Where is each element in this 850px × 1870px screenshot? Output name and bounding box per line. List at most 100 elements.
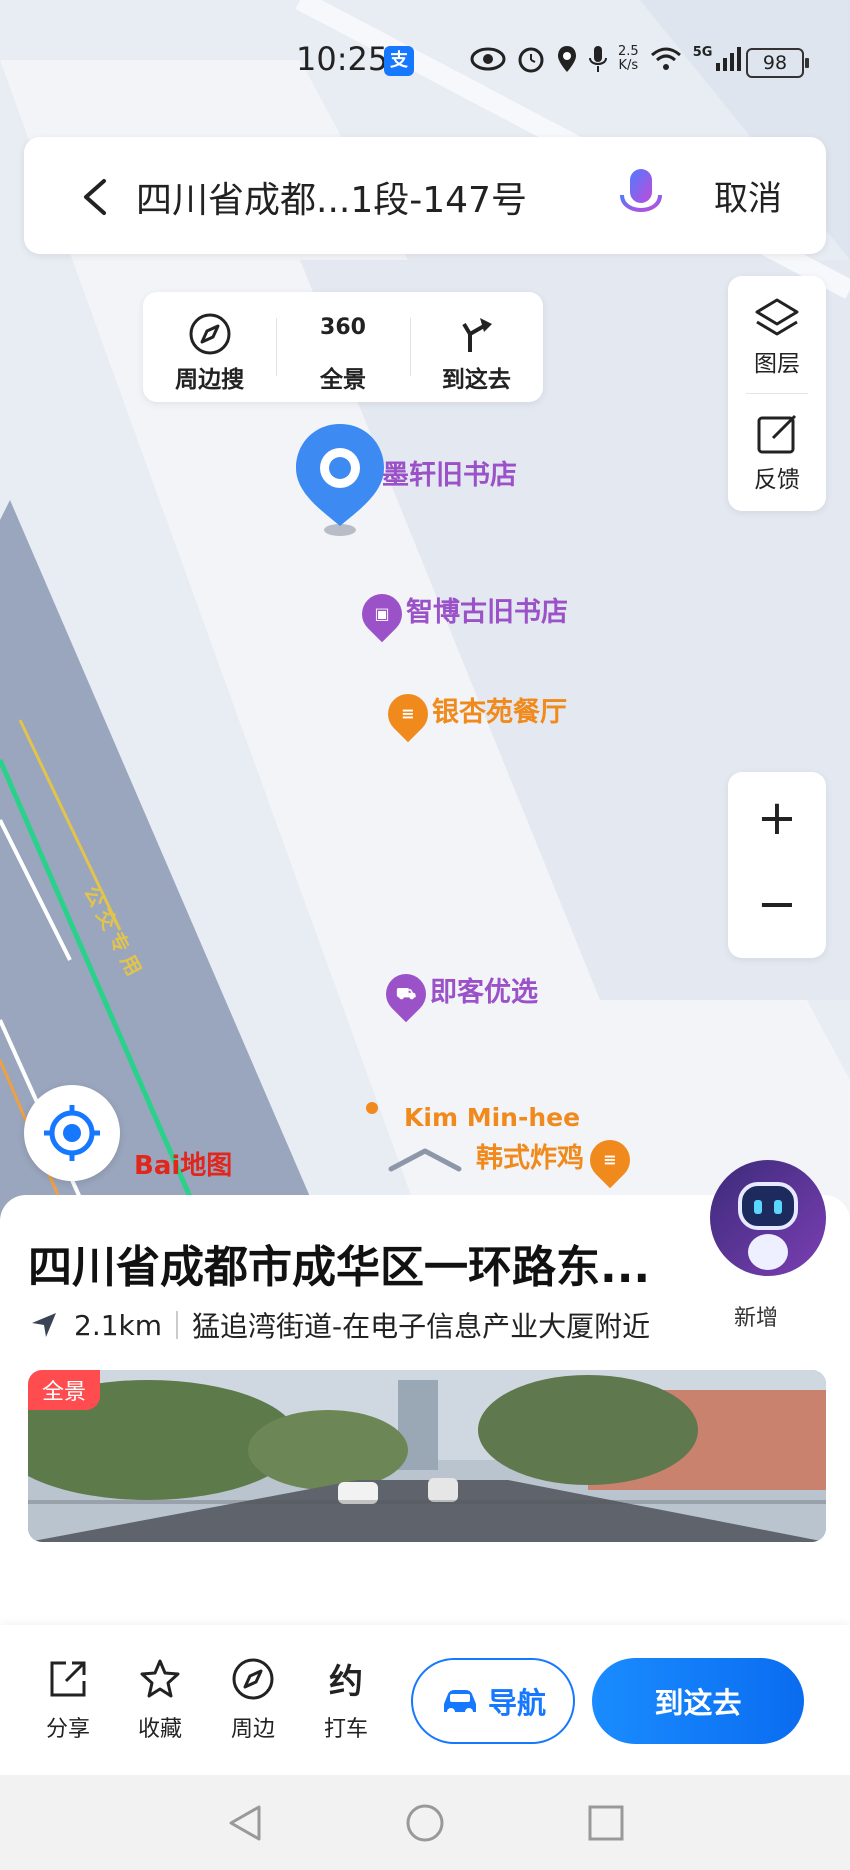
go-here-quick-button[interactable]: 到这去 xyxy=(409,292,543,402)
assistant-label: 新增 xyxy=(734,1306,779,1331)
net-speed: 2.5 K/s xyxy=(618,45,639,73)
search-query-text[interactable]: 四川省成都...1段-147号 xyxy=(136,171,527,223)
net-speed-value: 2.5 xyxy=(618,44,639,59)
poi-label[interactable]: 韩式炸鸡 ≡ xyxy=(476,1131,639,1188)
signal-bars-icon xyxy=(716,47,742,71)
place-area: 猛追湾街道-在电子信息产业大厦附近 xyxy=(192,1310,651,1343)
poi-label[interactable]: ▣ 智博古旧书店 xyxy=(353,585,568,642)
baidu-logo-text: Bai地图 xyxy=(134,1151,233,1181)
restaurant-icon: ≡ xyxy=(581,1131,639,1188)
signal-indicator: 5G xyxy=(693,45,745,73)
navigate-label: 导航 xyxy=(487,1686,546,1720)
panorama-360-icon: 360 xyxy=(320,315,366,340)
selected-location-pin[interactable] xyxy=(294,422,386,538)
layers-label: 图层 xyxy=(754,351,800,377)
back-triangle-icon[interactable] xyxy=(225,1803,265,1843)
compass-icon xyxy=(232,1658,274,1700)
turn-arrow-icon xyxy=(462,318,493,352)
alipay-icon: 支 xyxy=(384,46,414,76)
poi-name: Kim Min-hee xyxy=(404,1103,581,1132)
navigate-button[interactable]: 导航 xyxy=(411,1658,575,1744)
eye-icon xyxy=(470,47,506,71)
status-icons: 2.5 K/s 5G xyxy=(470,44,744,74)
nearby-search-button[interactable]: 周边搜 xyxy=(143,292,276,402)
favorite-label: 收藏 xyxy=(137,1717,182,1742)
shopping-cart-icon: ⛟ xyxy=(377,965,435,1022)
signal-5g-label: 5G xyxy=(692,45,713,60)
poi-name: 墨轩旧书店 xyxy=(382,460,517,491)
poi-label[interactable]: 墨轩旧书店 xyxy=(382,453,517,492)
status-time: 10:25 xyxy=(296,40,389,78)
quick-action-label: 周边搜 xyxy=(175,367,245,393)
alarm-icon xyxy=(518,47,544,73)
bottom-action-bar: 分享 收藏 周边 约 打车 导航 到这去 xyxy=(0,1625,850,1775)
cancel-button[interactable]: 取消 xyxy=(714,171,782,220)
share-label: 分享 xyxy=(45,1717,90,1742)
feedback-edit-icon xyxy=(757,414,797,454)
poi-name: 智博古旧书店 xyxy=(406,597,568,628)
baidu-map-logo: Bai地图 xyxy=(134,1145,232,1182)
quick-action-label: 全景 xyxy=(319,367,366,393)
taxi-icon: 约 xyxy=(329,1662,363,1702)
quick-action-label: 到这去 xyxy=(441,367,511,393)
robot-avatar-icon xyxy=(738,1182,798,1270)
poi-label[interactable]: Kim Min-hee xyxy=(404,1103,580,1132)
location-pin-icon xyxy=(296,424,384,536)
status-bar: 10:25 支 2.5 K/s 5G 98 xyxy=(0,0,850,120)
search-bar[interactable]: 四川省成都...1段-147号 取消 xyxy=(24,137,826,254)
crosshair-location-icon xyxy=(44,1105,100,1161)
ai-assistant-button[interactable] xyxy=(710,1160,826,1276)
street-view-thumbnail[interactable]: 全景 xyxy=(28,1370,826,1542)
shopping-bag-icon: ▣ xyxy=(353,585,411,642)
chevron-up-icon[interactable] xyxy=(387,1145,463,1173)
share-icon xyxy=(50,1661,86,1697)
star-icon xyxy=(140,1659,180,1698)
car-icon xyxy=(443,1690,476,1716)
recent-apps-icon[interactable] xyxy=(586,1803,626,1843)
layers-icon xyxy=(755,298,799,336)
panorama-button[interactable]: 360 全景 xyxy=(276,292,409,402)
taxi-button[interactable]: 约 打车 xyxy=(306,1657,386,1743)
poi-label[interactable]: ≡ 银杏苑餐厅 xyxy=(379,685,567,742)
share-button[interactable]: 分享 xyxy=(28,1657,108,1743)
nearby-button[interactable]: 周边 xyxy=(213,1657,293,1743)
go-here-label: 到这去 xyxy=(654,1686,742,1720)
my-location-button[interactable] xyxy=(24,1085,120,1181)
zoom-control: + − xyxy=(728,772,826,958)
feedback-button[interactable]: 反馈 xyxy=(728,412,826,494)
restaurant-icon: ≡ xyxy=(379,685,437,742)
svg-text:约: 约 xyxy=(329,1662,363,1701)
system-nav-bar xyxy=(0,1775,850,1870)
panel-divider xyxy=(746,393,808,394)
net-speed-unit: K/s xyxy=(618,58,639,73)
poi-name: 韩式炸鸡 xyxy=(476,1143,584,1174)
place-title: 四川省成都市成华区一环路东... xyxy=(28,1242,651,1293)
layers-button[interactable]: 图层 xyxy=(728,296,826,378)
place-distance: 2.1km xyxy=(74,1308,163,1342)
zoom-out-button[interactable]: − xyxy=(728,876,826,932)
map-tools-panel: 图层 反馈 xyxy=(728,276,826,511)
favorite-button[interactable]: 收藏 xyxy=(120,1657,200,1743)
poi-name: 银杏苑餐厅 xyxy=(432,697,567,728)
battery-indicator: 98 xyxy=(746,48,809,78)
meta-separator xyxy=(176,1311,179,1339)
navigation-arrow-icon xyxy=(32,1313,56,1337)
home-circle-icon[interactable] xyxy=(405,1803,445,1843)
location-icon xyxy=(558,46,576,72)
taxi-label: 打车 xyxy=(323,1717,368,1742)
nearby-label: 周边 xyxy=(230,1717,275,1742)
compass-icon xyxy=(189,313,231,355)
back-arrow-icon[interactable] xyxy=(72,173,120,221)
poi-label[interactable]: ⛟ 即客优选 xyxy=(377,965,538,1022)
wifi-icon xyxy=(650,47,681,70)
zoom-in-button[interactable]: + xyxy=(728,790,826,846)
place-meta: 2.1km 猛追湾街道-在电子信息产业大厦附近 xyxy=(28,1305,650,1345)
microphone-icon xyxy=(589,46,607,72)
street-view-image xyxy=(28,1370,826,1542)
street-view-badge: 全景 xyxy=(28,1370,101,1410)
voice-input-icon[interactable] xyxy=(616,167,666,225)
quick-actions-bar: 周边搜 360 全景 到这去 xyxy=(143,292,543,402)
go-here-button[interactable]: 到这去 xyxy=(592,1658,804,1744)
poi-small-dot xyxy=(366,1102,378,1114)
feedback-label: 反馈 xyxy=(754,467,800,493)
